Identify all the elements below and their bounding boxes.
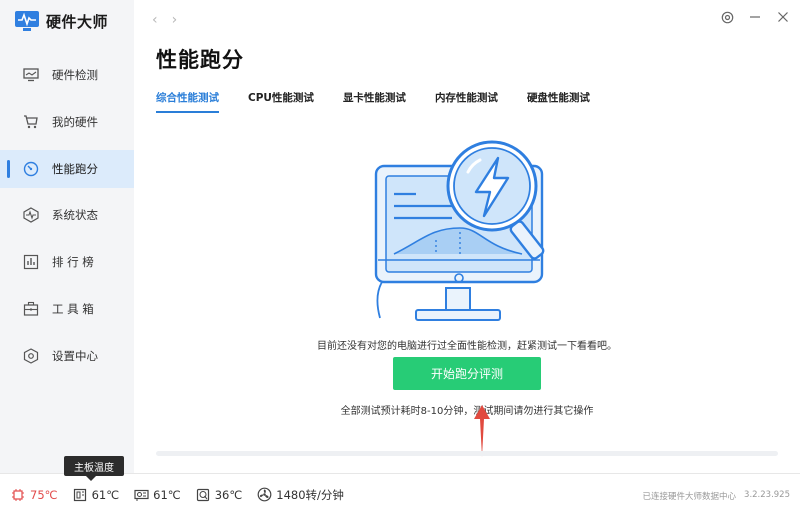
sidebar-item-my-hardware[interactable]: 我的硬件 bbox=[0, 103, 134, 141]
duration-note: 全部测试预计耗时8-10分钟，测试期间请勿进行其它操作 bbox=[340, 406, 594, 417]
cpu-temperature[interactable]: 75℃ bbox=[10, 487, 58, 503]
gpu-temperature[interactable]: 61℃ bbox=[133, 487, 181, 503]
logo-icon bbox=[15, 11, 39, 31]
sidebar-item-label: 硬件检测 bbox=[52, 68, 98, 82]
benchmark-tabs: 综合性能测试 CPU性能测试 显卡性能测试 内存性能测试 硬盘性能测试 bbox=[156, 90, 590, 113]
hexagon-settings-icon bbox=[22, 347, 40, 365]
fan-icon bbox=[256, 487, 272, 503]
app-logo: 硬件大师 bbox=[14, 10, 108, 32]
stat-value: 1480转/分钟 bbox=[276, 487, 344, 502]
sidebar-item-label: 工 具 箱 bbox=[52, 301, 94, 316]
motherboard-temperature[interactable]: 61℃ bbox=[72, 487, 120, 503]
main-panel: ‹ › 性能跑分 综合性能测试 CPU性能测试 显卡性能测试 内存性能测试 硬盘… bbox=[134, 0, 800, 473]
connection-status: 已连接硬件大师数据中心 3.2.23.925 bbox=[643, 490, 790, 502]
settings-gear-button[interactable] bbox=[720, 10, 734, 24]
sidebar-nav: 硬件检测 我的硬件 性能跑分 系统状态 排 行 榜 工 具 箱 设置中心 bbox=[0, 56, 134, 384]
disk-temperature[interactable]: 36℃ bbox=[195, 487, 243, 503]
description-text: 目前还没有对您的电脑进行过全面性能检测，赶紧测试一下看看吧。 bbox=[317, 341, 617, 352]
gear-icon bbox=[721, 11, 733, 23]
red-arrow-annotation bbox=[474, 405, 490, 457]
motherboard-icon bbox=[72, 487, 88, 503]
sidebar-item-benchmark[interactable]: 性能跑分 bbox=[0, 149, 134, 188]
page-title: 性能跑分 bbox=[156, 48, 244, 72]
window-controls bbox=[720, 10, 790, 24]
app-title: 硬件大师 bbox=[46, 12, 109, 31]
gpu-icon bbox=[133, 487, 149, 503]
tab-cpu[interactable]: CPU性能测试 bbox=[248, 90, 314, 113]
tab-gpu[interactable]: 显卡性能测试 bbox=[343, 90, 406, 113]
stat-value: 61℃ bbox=[91, 487, 120, 502]
sidebar-item-ranking[interactable]: 排 行 榜 bbox=[0, 243, 134, 281]
back-button[interactable]: ‹ bbox=[152, 12, 158, 28]
minimize-button[interactable] bbox=[748, 10, 762, 24]
sidebar-item-label: 设置中心 bbox=[52, 348, 98, 363]
stat-value: 36℃ bbox=[214, 487, 243, 502]
pulse-icon bbox=[22, 206, 40, 224]
tooltip-motherboard-temp: 主板温度 bbox=[64, 456, 124, 481]
stat-value: 75℃ bbox=[30, 487, 58, 502]
speedometer-icon bbox=[22, 160, 40, 178]
disk-icon bbox=[195, 487, 211, 503]
sidebar-item-label: 我的硬件 bbox=[52, 114, 98, 129]
stat-value: 61℃ bbox=[153, 487, 181, 502]
sidebar-item-hardware-detect[interactable]: 硬件检测 bbox=[0, 56, 134, 94]
minimize-icon bbox=[750, 16, 760, 18]
connection-text: 已连接硬件大师数据中心 bbox=[642, 492, 737, 502]
forward-button[interactable]: › bbox=[172, 12, 178, 28]
close-icon bbox=[778, 12, 788, 22]
cart-icon bbox=[22, 113, 40, 131]
monitor-icon bbox=[22, 66, 40, 84]
ranking-icon bbox=[22, 253, 40, 271]
history-nav: ‹ › bbox=[152, 12, 177, 28]
tab-memory[interactable]: 内存性能测试 bbox=[435, 90, 498, 113]
tab-disk[interactable]: 硬盘性能测试 bbox=[527, 90, 590, 113]
cpu-chip-icon bbox=[10, 487, 26, 503]
benchmark-progress-bar bbox=[156, 451, 778, 456]
sidebar: 硬件大师 硬件检测 我的硬件 性能跑分 系统状态 排 行 榜 工 具 箱 设置中… bbox=[0, 0, 134, 473]
sidebar-item-toolbox[interactable]: 工 具 箱 bbox=[0, 290, 134, 328]
close-button[interactable] bbox=[776, 10, 790, 24]
start-benchmark-button[interactable]: 开始跑分评测 bbox=[393, 357, 541, 390]
toolbox-icon bbox=[22, 300, 40, 318]
tab-overall[interactable]: 综合性能测试 bbox=[156, 90, 219, 113]
sidebar-item-system-status[interactable]: 系统状态 bbox=[0, 196, 134, 234]
sidebar-item-label: 排 行 榜 bbox=[52, 255, 94, 270]
sidebar-item-settings[interactable]: 设置中心 bbox=[0, 337, 134, 375]
status-bar: 75℃ 61℃ 61℃ 36℃ 1480转/分钟 已连接硬件大师数据中心 3.2… bbox=[0, 473, 800, 515]
sidebar-item-label: 性能跑分 bbox=[52, 161, 98, 176]
fan-speed[interactable]: 1480转/分钟 bbox=[256, 487, 344, 503]
benchmark-illustration bbox=[374, 140, 545, 321]
version-text: 3.2.23.925 bbox=[744, 490, 790, 500]
sidebar-item-label: 系统状态 bbox=[52, 208, 98, 223]
